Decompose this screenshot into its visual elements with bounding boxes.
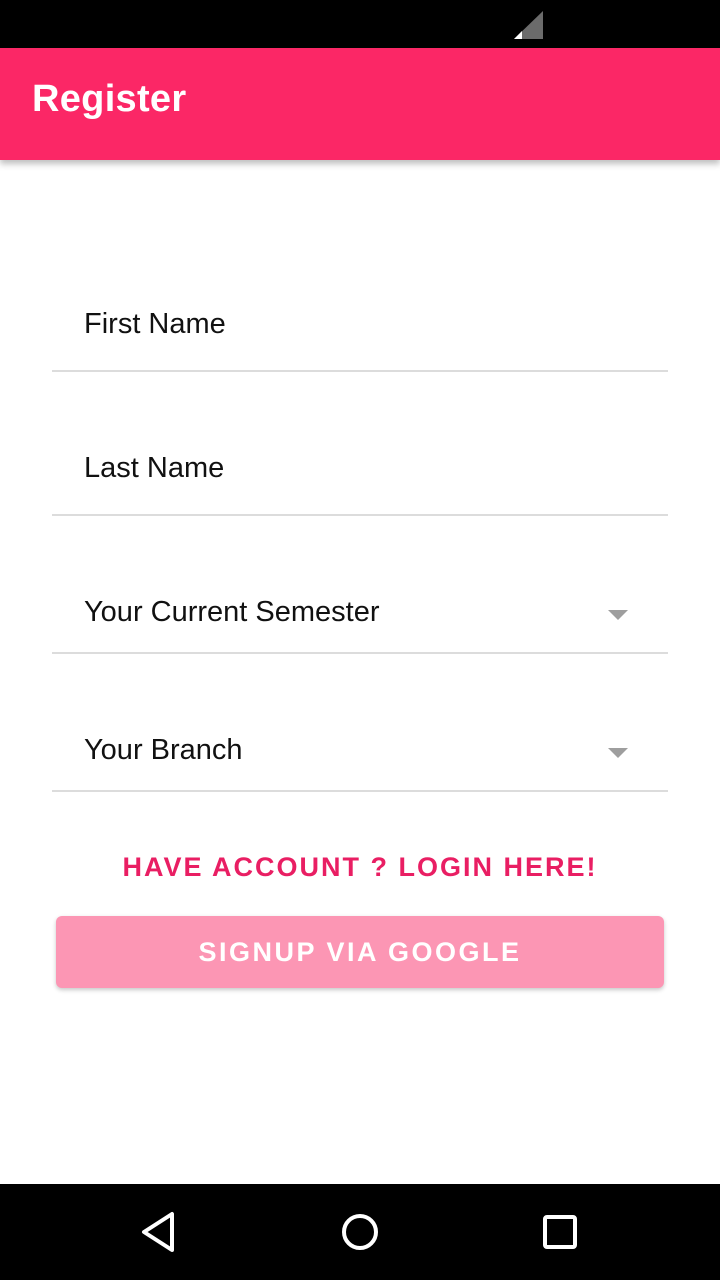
back-triangle-icon[interactable] [136,1208,184,1256]
signup-google-button[interactable]: SIGNUP VIA GOOGLE [56,916,664,988]
semester-label: Your Current Semester [84,596,380,628]
navigation-bar [0,1184,720,1280]
first-name-field[interactable]: First Name [52,280,668,372]
last-name-field[interactable]: Last Name [52,424,668,516]
branch-label: Your Branch [84,734,243,766]
dropdown-arrow-icon [608,748,628,758]
status-bar [0,0,720,48]
page-title: Register [32,78,187,120]
last-name-label: Last Name [84,452,225,484]
register-form: First Name Last Name Your Current Semest… [0,160,720,1184]
first-name-label: First Name [84,308,226,340]
semester-dropdown[interactable]: Your Current Semester [52,568,668,654]
app-bar: Register [0,48,720,160]
branch-dropdown[interactable]: Your Branch [52,706,668,792]
cell-signal-icon [514,11,543,39]
login-link[interactable]: HAVE ACCOUNT ? LOGIN HERE! [0,852,720,883]
recents-square-icon[interactable] [536,1208,584,1256]
home-circle-icon[interactable] [336,1208,384,1256]
dropdown-arrow-icon [608,610,628,620]
